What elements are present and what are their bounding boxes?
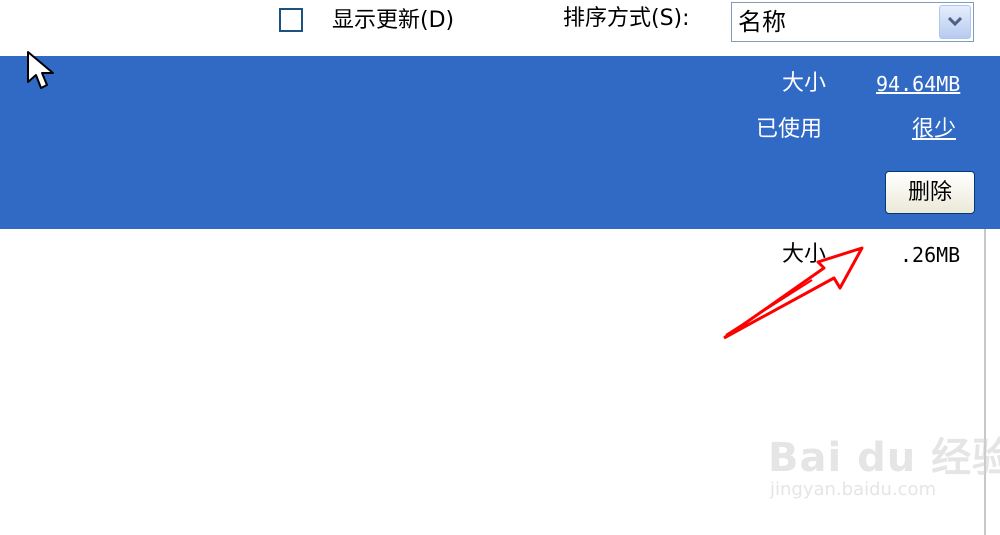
watermark-url: jingyan.baidu.com <box>770 479 937 500</box>
watermark-brand: Bai du 经验 <box>768 435 1000 481</box>
